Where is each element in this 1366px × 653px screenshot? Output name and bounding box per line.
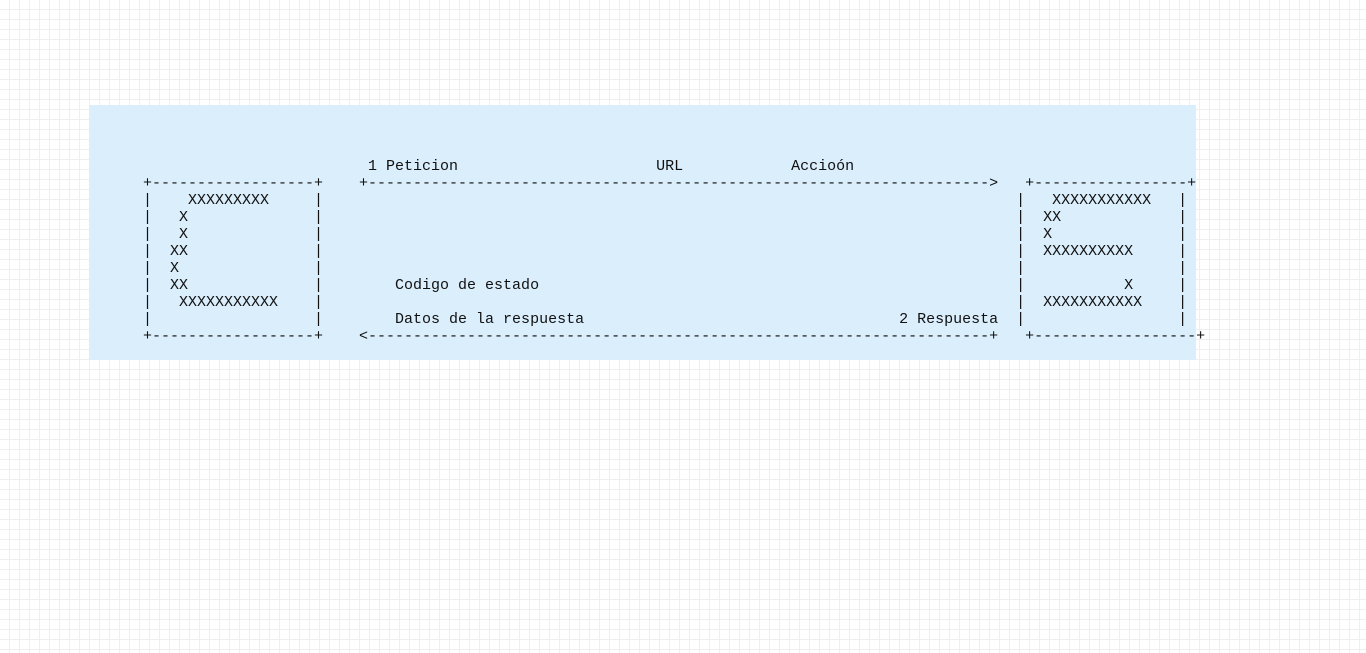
- status-code-line: | XX | Codigo de estado | X |: [143, 277, 1188, 294]
- response-data-line: | | Datos de la respuesta 2 Respuesta | …: [143, 311, 1188, 328]
- diagram-row-4: | XX | | XXXXXXXXXX |: [143, 243, 1188, 260]
- diagram-row-7: | XXXXXXXXXXX | | XXXXXXXXXXX |: [143, 294, 1188, 311]
- request-label-line: 1 Peticion URL Accioón: [143, 158, 855, 175]
- diagram-row-2: | X | | XX |: [143, 209, 1188, 226]
- ascii-request-response-diagram: 1 Peticion URL Accioón +----------------…: [143, 158, 1205, 345]
- diagram-row-3: | X | | X |: [143, 226, 1188, 243]
- diagram-row-5: | X | | |: [143, 260, 1188, 277]
- diagram-row-1: | XXXXXXXXX | | XXXXXXXXXXX |: [143, 192, 1188, 209]
- top-border-request-arrow-line: +------------------+ +------------------…: [143, 175, 1197, 192]
- bottom-border-response-arrow-line: +------------------+ <------------------…: [143, 328, 1206, 345]
